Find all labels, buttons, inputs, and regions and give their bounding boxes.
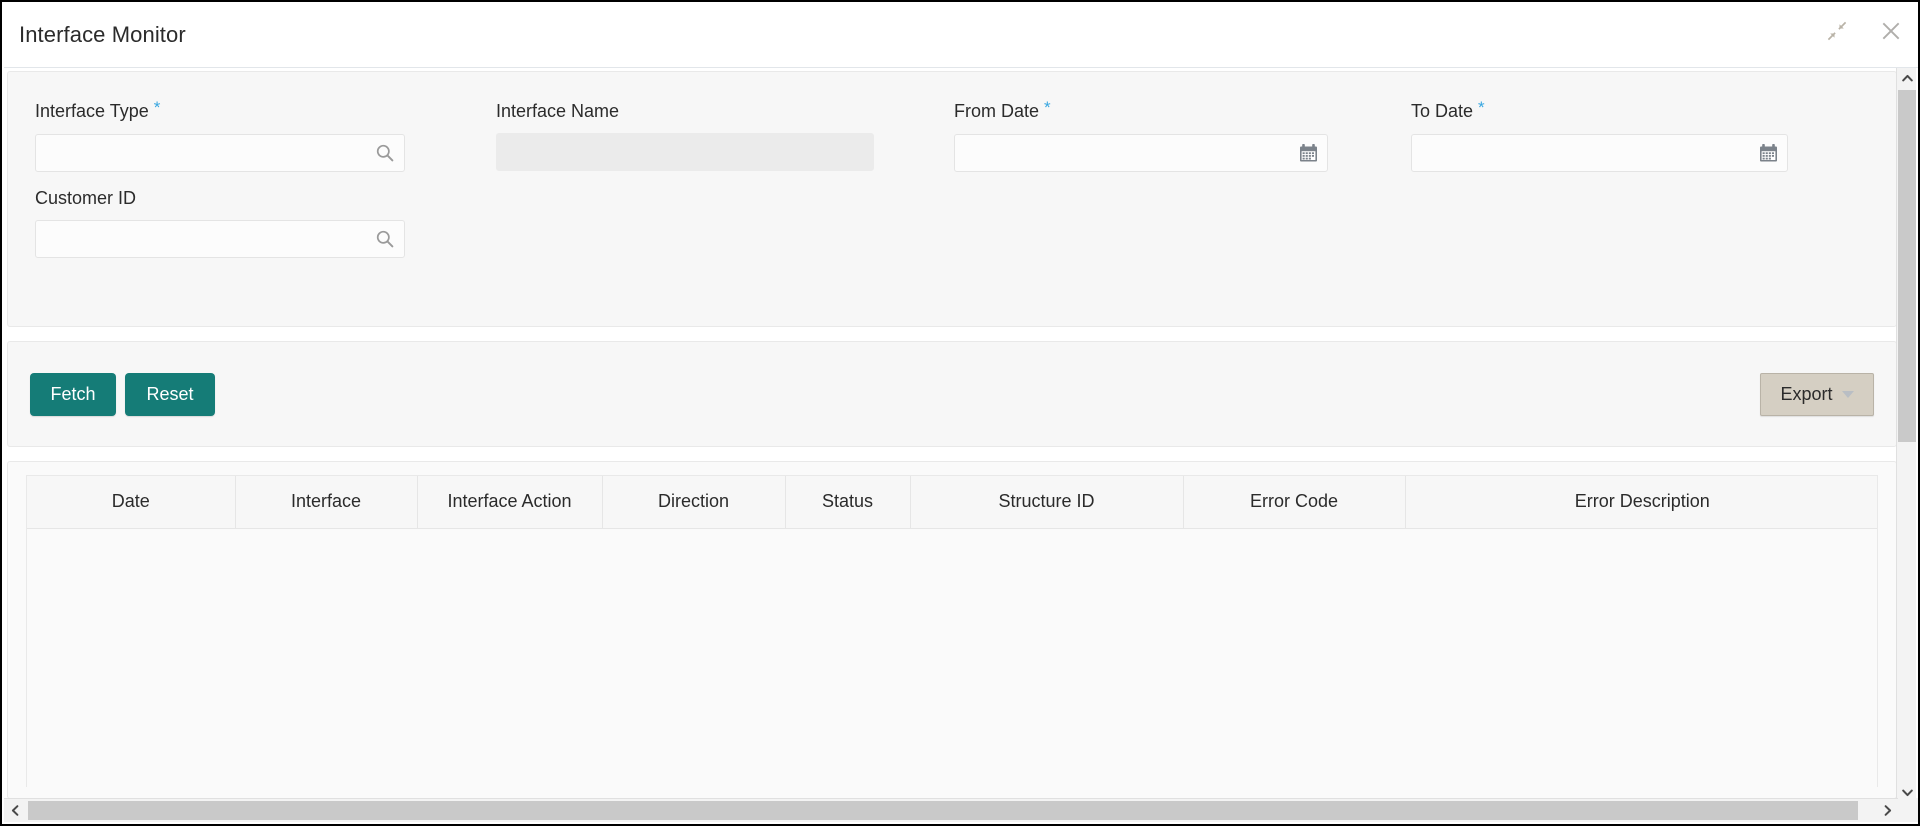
window-body: Interface Type * Interface Name From Dat… — [4, 68, 1900, 802]
window-titlebar: Interface Monitor — [4, 4, 1918, 68]
fetch-button[interactable]: Fetch — [30, 373, 116, 416]
required-marker: * — [1478, 98, 1485, 117]
interface-monitor-window: Interface Monitor Interface Type * Inter… — [0, 0, 1920, 826]
calendar-icon[interactable] — [1757, 142, 1779, 164]
page-title: Interface Monitor — [19, 22, 186, 47]
input-wrap-customer-id — [35, 220, 405, 258]
input-wrap-from-date — [954, 134, 1328, 172]
label-text: From Date — [954, 101, 1040, 121]
column-header-error-description[interactable]: Error Description — [1405, 476, 1877, 529]
label-text: To Date — [1411, 101, 1474, 121]
field-customer-id: Customer ID — [35, 187, 405, 258]
horizontal-scrollbar[interactable] — [4, 798, 1918, 822]
scrollbar-corner — [1898, 798, 1918, 822]
from-date-input[interactable] — [954, 134, 1328, 172]
input-wrap-interface-name — [496, 133, 874, 171]
label-interface-type: Interface Type * — [35, 98, 405, 123]
vertical-scrollbar-thumb[interactable] — [1898, 90, 1916, 442]
column-header-structure-id[interactable]: Structure ID — [910, 476, 1184, 529]
close-icon[interactable] — [1876, 16, 1906, 46]
export-button-label: Export — [1780, 384, 1833, 404]
label-from-date: From Date * — [954, 98, 1328, 123]
column-header-direction[interactable]: Direction — [602, 476, 786, 529]
interface-type-input[interactable] — [35, 134, 405, 172]
calendar-icon[interactable] — [1297, 142, 1319, 164]
label-customer-id: Customer ID — [35, 188, 137, 208]
reset-button[interactable]: Reset — [125, 373, 215, 416]
filter-panel: Interface Type * Interface Name From Dat… — [7, 71, 1897, 327]
results-table-body-empty — [27, 528, 1877, 787]
vertical-scrollbar[interactable] — [1896, 68, 1916, 802]
column-header-interface[interactable]: Interface — [235, 476, 418, 529]
collapse-arrows-icon[interactable] — [1822, 16, 1852, 46]
column-header-interface-action[interactable]: Interface Action — [417, 476, 603, 529]
chevron-up-icon[interactable] — [1897, 68, 1917, 88]
horizontal-scrollbar-thumb[interactable] — [28, 801, 1858, 820]
input-wrap-to-date — [1411, 134, 1788, 172]
chevron-left-icon[interactable] — [4, 799, 26, 822]
label-interface-name: Interface Name — [496, 101, 620, 121]
to-date-input[interactable] — [1411, 134, 1788, 172]
column-header-status[interactable]: Status — [785, 476, 911, 529]
field-interface-type: Interface Type * — [35, 98, 405, 172]
results-table-head: Date Interface Interface Action Directio… — [27, 476, 1877, 529]
results-header-row: Date Interface Interface Action Directio… — [27, 476, 1877, 529]
column-header-date[interactable]: Date — [27, 476, 236, 529]
field-from-date: From Date * — [954, 98, 1328, 172]
field-to-date: To Date * — [1411, 98, 1788, 172]
required-marker: * — [153, 98, 161, 117]
titlebar-actions — [1822, 16, 1906, 46]
input-wrap-interface-type — [35, 134, 405, 172]
action-panel: Fetch Reset Export — [7, 341, 1897, 447]
customer-id-input[interactable] — [35, 220, 405, 258]
label-text: Interface Type — [35, 101, 149, 121]
export-button[interactable]: Export — [1760, 373, 1874, 416]
chevron-right-icon[interactable] — [1876, 799, 1898, 822]
search-icon[interactable] — [374, 142, 396, 164]
label-to-date: To Date * — [1411, 98, 1788, 123]
chevron-down-icon — [1841, 391, 1854, 398]
required-marker: * — [1044, 98, 1051, 117]
results-table-container: Date Interface Interface Action Directio… — [26, 475, 1878, 787]
field-interface-name: Interface Name — [496, 100, 874, 171]
interface-name-input[interactable] — [496, 133, 874, 171]
results-table: Date Interface Interface Action Directio… — [27, 476, 1877, 529]
results-panel: Date Interface Interface Action Directio… — [7, 461, 1897, 799]
search-icon[interactable] — [374, 228, 396, 250]
column-header-error-code[interactable]: Error Code — [1183, 476, 1406, 529]
